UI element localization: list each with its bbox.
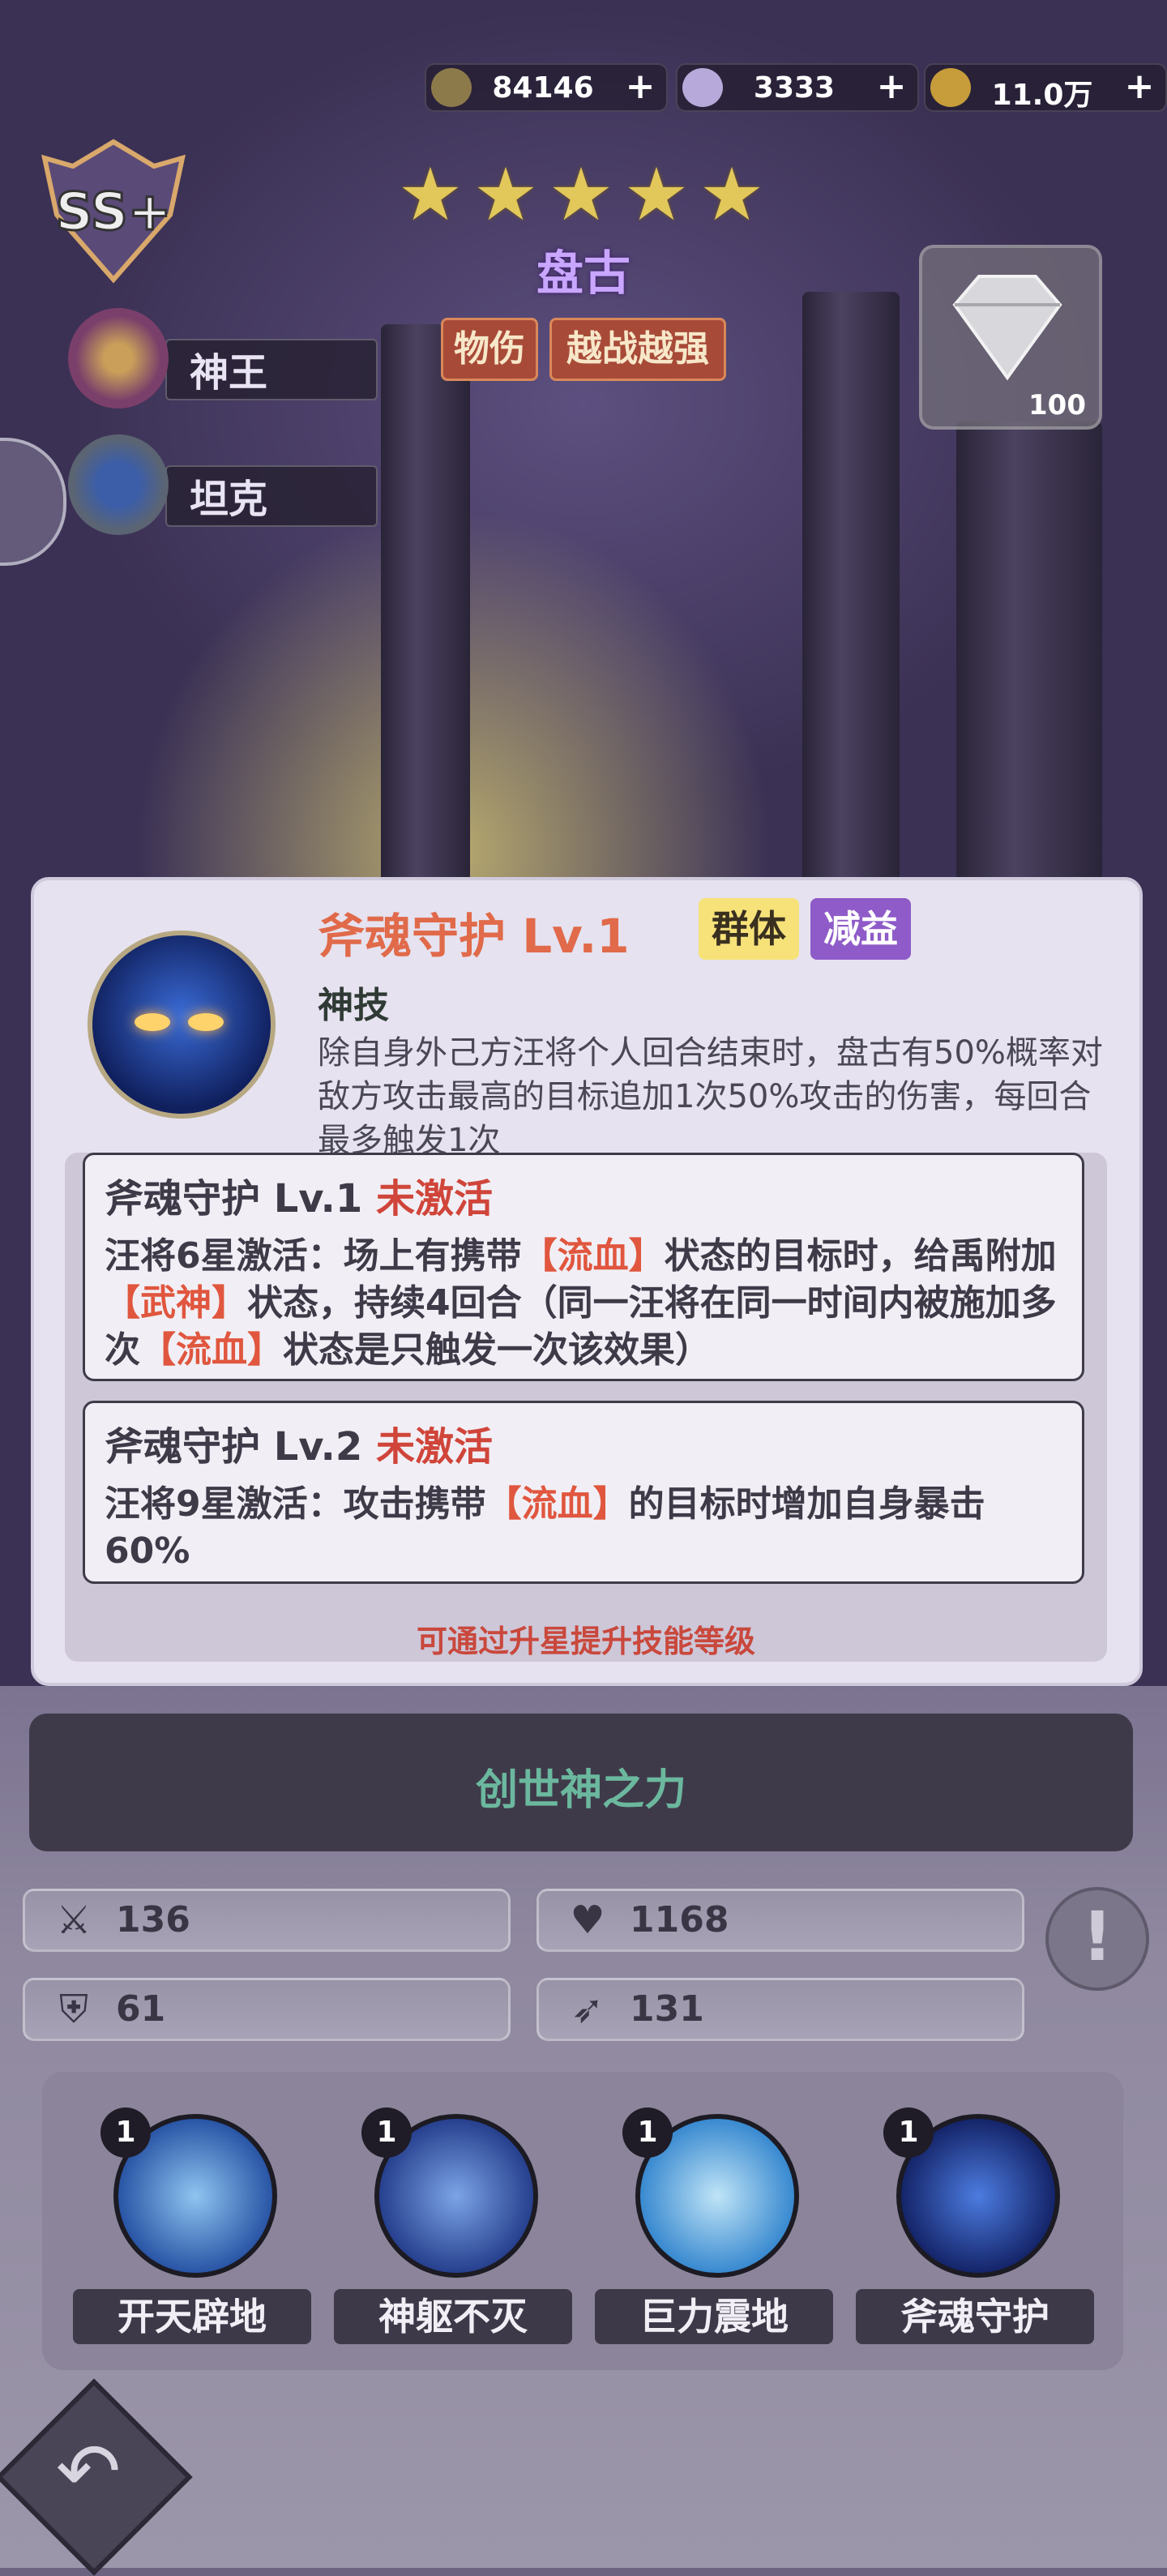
heart-icon: ♥: [570, 1898, 605, 1943]
role-label: 坦克: [190, 477, 268, 522]
skill-pill-area: 群体: [699, 898, 799, 960]
level-status: 未激活: [376, 1176, 494, 1222]
gem-count: 100: [1028, 389, 1086, 421]
resource-value: 3333: [753, 71, 836, 105]
level-description: 汪将6星激活：场上有携带【流血】状态的目标时，给禹附加【武神】状态，持续4回合（…: [105, 1235, 1057, 1371]
skill-detail-popup: 斧魂守护 Lv.1 群体 减益 神技 除自身外己方汪将个人回合结束时，盘古有50…: [31, 877, 1143, 1686]
skill-pill-debuff: 减益: [810, 898, 911, 960]
skill-level-card: 斧魂守护 Lv.1 未激活 汪将6星激活：场上有携带【流血】状态的目标时，给禹附…: [83, 1153, 1084, 1381]
stat-speed: ➶ 131: [536, 1978, 1024, 2041]
background-pillar: [381, 324, 470, 940]
shield-emblem-icon: [68, 434, 169, 535]
resource-value: 11.0万: [991, 79, 1093, 112]
star-icon: ★: [472, 152, 539, 237]
role-faction[interactable]: 神王: [68, 308, 378, 409]
star-icon: ★: [397, 152, 464, 237]
boot-speed-icon: ➶: [571, 1987, 605, 2032]
hero-tag: 物伤: [441, 318, 538, 381]
level-description: 汪将9星激活：攻击携带【流血】的目标时增加自身暴击60%: [105, 1483, 985, 1572]
level-name: 斧魂守护 Lv.2: [105, 1424, 363, 1470]
stat-defense: ⛨ 61: [23, 1978, 511, 2041]
add-button[interactable]: +: [622, 69, 658, 105]
skill-level-badge: 1: [361, 2107, 412, 2158]
popup-skill-description: 除自身外己方汪将个人回合结束时，盘古有50%概率对敌方攻击最高的目标追加1次50…: [318, 1034, 1103, 1159]
level-status: 未激活: [376, 1424, 494, 1470]
skill-level-panel: 斧魂守护 Lv.1 未激活 汪将6星激活：场上有携带【流血】状态的目标时，给禹附…: [65, 1153, 1107, 1662]
level-name: 斧魂守护 Lv.1: [105, 1176, 363, 1222]
back-arrow-icon: ↶: [55, 2426, 122, 2518]
background-pillar: [802, 292, 900, 940]
resource-gold: 11.0万 +: [924, 63, 1167, 112]
skill-slot[interactable]: 1 巨力震地: [566, 2107, 833, 2344]
star-icon: ★: [548, 152, 614, 237]
star-icon: ★: [699, 152, 765, 237]
skill-name: 神躯不灭: [334, 2289, 572, 2344]
skill-level-badge: 1: [883, 2107, 934, 2158]
skill-name: 巨力震地: [595, 2289, 833, 2344]
armor-icon: ⛨: [58, 1987, 88, 2032]
skill-slot[interactable]: 1 神躯不灭: [305, 2107, 572, 2344]
popup-skill-type: 神技: [318, 985, 389, 1026]
add-button[interactable]: +: [874, 69, 909, 105]
info-button[interactable]: !: [1045, 1887, 1149, 1991]
gold-coin-icon: [930, 68, 971, 107]
info-icon: !: [1081, 1897, 1114, 1976]
skill-spirit-icon: [88, 931, 276, 1119]
skill-level-badge: 1: [622, 2107, 673, 2158]
stat-health: ♥ 1168: [536, 1889, 1024, 1952]
popup-skill-title: 斧魂守护 Lv.1: [318, 909, 630, 964]
resource-value: 84146: [492, 71, 594, 105]
skill-name: 斧魂守护: [856, 2289, 1094, 2344]
resource-battle-power: 84146 +: [425, 63, 668, 112]
skill-slot[interactable]: 1 斧魂守护: [827, 2107, 1094, 2344]
diamond-icon: [682, 68, 723, 107]
skill-level-badge: 1: [100, 2107, 151, 2158]
hero-tag: 越战越强: [549, 318, 726, 381]
stat-attack: ⚔ 136: [23, 1889, 511, 1952]
rank-badge-icon: SS+: [32, 134, 194, 288]
star-icon: ★: [623, 152, 690, 237]
gem-diamond-icon: [952, 275, 1062, 381]
god-king-emblem-icon: [68, 308, 169, 409]
stat-value: 1168: [630, 1899, 729, 1941]
upgrade-hint: 可通过升星提升技能等级: [416, 1624, 755, 1659]
skill-slot[interactable]: 1 开天辟地: [44, 2107, 311, 2344]
battle-power-icon: [431, 68, 472, 107]
skill-name: 开天辟地: [73, 2289, 311, 2344]
add-button[interactable]: +: [1122, 69, 1157, 105]
role-class[interactable]: 坦克: [68, 434, 378, 535]
creation-power-label: 创世神之力: [475, 1766, 686, 1815]
rank-badge-text: SS+: [56, 182, 172, 242]
stat-value: 61: [116, 1988, 166, 2030]
skill-level-card: 斧魂守护 Lv.2 未激活 汪将9星激活：攻击携带【流血】的目标时增加自身暴击6…: [83, 1401, 1084, 1584]
resource-diamond: 3333 +: [676, 63, 919, 112]
gem-slot[interactable]: 100: [919, 245, 1102, 430]
hero-name: 盘古: [536, 246, 631, 301]
creation-power-button[interactable]: 创世神之力: [29, 1714, 1133, 1851]
sword-icon: ⚔: [56, 1898, 92, 1943]
stat-value: 131: [630, 1988, 704, 2030]
stat-value: 136: [116, 1899, 190, 1941]
role-label: 神王: [190, 350, 268, 396]
